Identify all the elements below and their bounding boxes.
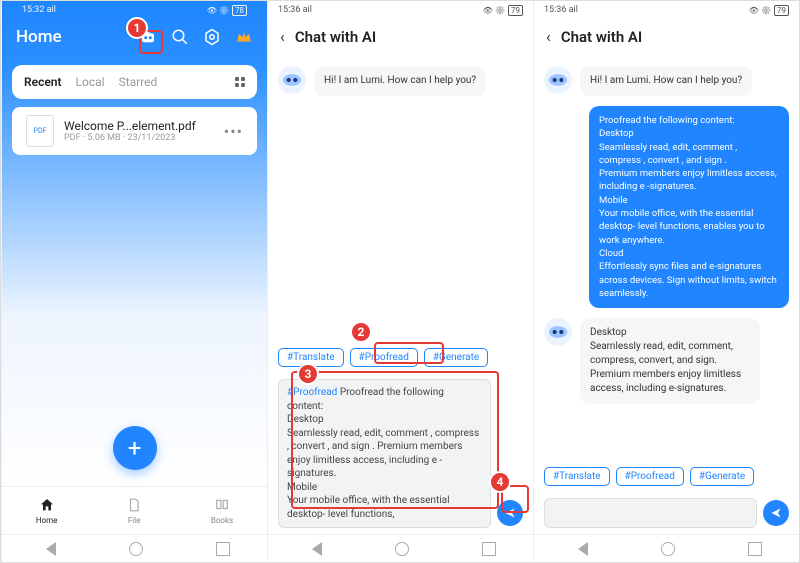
input-text: Proofread the following content: Desktop… bbox=[287, 387, 482, 520]
ai-greeting-bubble: Hi! I am Lumi. How can I help you? bbox=[314, 66, 486, 96]
ai-reply-row: Desktop Seamlessly read, edit, comment, … bbox=[544, 318, 789, 404]
grid-view-icon[interactable] bbox=[235, 77, 245, 87]
file-row[interactable]: PDF Welcome P...element.pdf PDF · 5.06 M… bbox=[12, 107, 257, 155]
tab-local[interactable]: Local bbox=[76, 75, 105, 89]
chat-input[interactable]: #Proofread Proofread the following conte… bbox=[278, 379, 491, 528]
dock-file[interactable]: File bbox=[125, 496, 143, 525]
chat-header: ‹ Chat with AI bbox=[534, 19, 799, 58]
nav-bar bbox=[534, 534, 799, 562]
dock-home[interactable]: Home bbox=[36, 496, 58, 525]
dock-file-label: File bbox=[128, 516, 141, 525]
dock-books[interactable]: Books bbox=[211, 496, 233, 525]
ai-avatar-icon bbox=[278, 66, 306, 94]
books-icon bbox=[213, 496, 231, 514]
suggestion-chips: #Translate #Proofread #Generate bbox=[534, 463, 799, 492]
chat-input[interactable] bbox=[544, 498, 757, 528]
nav-home-icon[interactable] bbox=[129, 542, 143, 556]
back-icon[interactable]: ‹ bbox=[546, 27, 551, 46]
dock-home-label: Home bbox=[36, 516, 58, 525]
file-icon bbox=[125, 496, 143, 514]
status-right: 👁 ⚙ 79 bbox=[749, 5, 789, 16]
user-message-row: Proofread the following content: Desktop… bbox=[544, 106, 789, 308]
send-button[interactable] bbox=[763, 500, 789, 526]
annotation-3: 3 bbox=[297, 363, 319, 385]
chat-header: ‹ Chat with AI bbox=[268, 19, 533, 58]
ai-message-row: Hi! I am Lumi. How can I help you? bbox=[278, 66, 523, 96]
nav-bar bbox=[268, 534, 533, 562]
tab-recent[interactable]: Recent bbox=[24, 75, 62, 89]
ai-reply-bubble: Desktop Seamlessly read, edit, comment, … bbox=[580, 318, 760, 404]
status-time: 15:32 bbox=[22, 5, 44, 15]
tab-starred[interactable]: Starred bbox=[119, 75, 158, 89]
status-right: 👁 ⚙ 79 bbox=[483, 5, 523, 16]
chip-generate[interactable]: #Generate bbox=[690, 467, 754, 486]
nav-home-icon[interactable] bbox=[395, 542, 409, 556]
tabs-card: Recent Local Starred bbox=[12, 65, 257, 99]
status-battery: 78 bbox=[232, 5, 247, 16]
status-battery: 79 bbox=[774, 5, 789, 16]
nav-recent-icon[interactable] bbox=[748, 542, 762, 556]
annotation-1: 1 bbox=[126, 17, 148, 39]
chip-proofread[interactable]: #Proofread bbox=[350, 348, 418, 367]
status-bar: 15:36 ail 👁 ⚙ 79 bbox=[534, 1, 799, 19]
settings-icon[interactable] bbox=[203, 28, 221, 46]
chat-title: Chat with AI bbox=[295, 28, 376, 46]
status-signal: ail bbox=[569, 5, 578, 15]
nav-back-icon[interactable] bbox=[305, 542, 322, 556]
panel-home: 15:32 ail 👁 ⚙ 78 Home bbox=[1, 1, 267, 562]
input-area bbox=[534, 492, 799, 534]
search-icon[interactable] bbox=[171, 28, 189, 46]
crown-icon[interactable] bbox=[235, 28, 253, 46]
ai-avatar-icon bbox=[544, 66, 572, 94]
add-button[interactable]: + bbox=[113, 426, 157, 470]
page-title: Home bbox=[16, 27, 62, 47]
annotation-4: 4 bbox=[489, 471, 511, 493]
chip-proofread[interactable]: #Proofread bbox=[616, 467, 684, 486]
status-battery: 79 bbox=[508, 5, 523, 16]
nav-back-icon[interactable] bbox=[571, 542, 588, 556]
back-icon[interactable]: ‹ bbox=[280, 27, 285, 46]
input-tag: #Proofread bbox=[287, 387, 337, 398]
nav-back-icon[interactable] bbox=[39, 542, 56, 556]
chip-generate[interactable]: #Generate bbox=[424, 348, 488, 367]
nav-recent-icon[interactable] bbox=[216, 542, 230, 556]
input-area: #Proofread Proofread the following conte… bbox=[268, 373, 533, 534]
file-name: Welcome P...element.pdf bbox=[64, 119, 224, 133]
ai-message-row: Hi! I am Lumi. How can I help you? bbox=[544, 66, 789, 96]
panel-chat-reply: 15:36 ail 👁 ⚙ 79 ‹ Chat with AI Hi! I am… bbox=[533, 1, 799, 562]
file-meta: PDF · 5.06 MB · 23/11/2023 bbox=[64, 133, 224, 143]
dock-books-label: Books bbox=[211, 516, 233, 525]
file-more-icon[interactable]: ••• bbox=[224, 122, 243, 141]
home-icon bbox=[38, 496, 56, 514]
pdf-icon: PDF bbox=[26, 115, 54, 147]
send-button[interactable] bbox=[497, 500, 523, 526]
status-right: 👁 ⚙ 78 bbox=[207, 5, 247, 16]
nav-bar bbox=[2, 534, 267, 562]
status-time: 15:36 bbox=[544, 5, 566, 15]
chip-translate[interactable]: #Translate bbox=[544, 467, 610, 486]
nav-recent-icon[interactable] bbox=[482, 542, 496, 556]
chat-title: Chat with AI bbox=[561, 28, 642, 46]
status-bar: 15:36 ail 👁 ⚙ 79 bbox=[268, 1, 533, 19]
ai-greeting-bubble: Hi! I am Lumi. How can I help you? bbox=[580, 66, 752, 96]
ai-avatar-icon bbox=[544, 318, 572, 346]
user-bubble: Proofread the following content: Desktop… bbox=[589, 106, 789, 308]
status-signal: ail bbox=[303, 5, 312, 15]
nav-home-icon[interactable] bbox=[661, 542, 675, 556]
dock: Home File Books bbox=[2, 486, 267, 534]
status-signal: ail bbox=[47, 5, 56, 15]
annotation-2: 2 bbox=[350, 321, 372, 343]
status-time: 15:36 bbox=[278, 5, 300, 15]
